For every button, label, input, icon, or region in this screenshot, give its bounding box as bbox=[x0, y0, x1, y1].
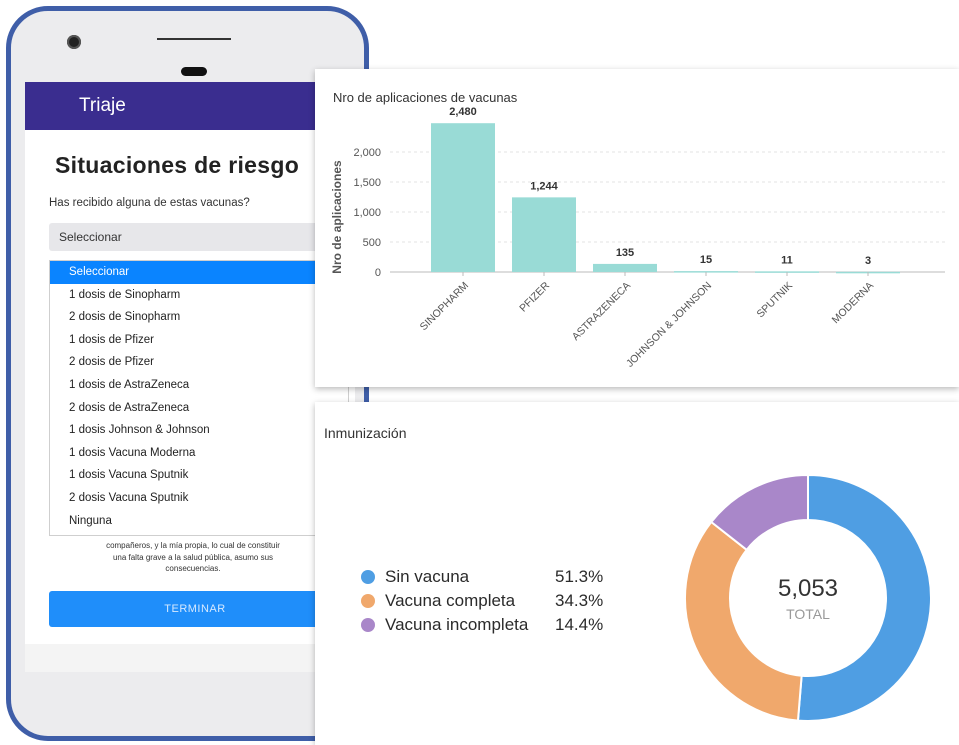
vaccine-option[interactable]: 2 dosis de Pfizer bbox=[50, 351, 348, 374]
x-tick-label: ASTRAZENECA bbox=[570, 280, 633, 343]
disclaimer-text: compañeros, y la mía propia, lo cual de … bbox=[83, 540, 303, 575]
x-tick-label: PFIZER bbox=[517, 279, 552, 314]
immunization-card: Inmunización Sin vacuna 51.3% Vacuna com… bbox=[315, 402, 959, 745]
bar-value-label: 11 bbox=[781, 254, 793, 266]
y-tick-label: 500 bbox=[363, 237, 381, 249]
vaccine-applications-card: Nro de aplicaciones de vacunas Nro de ap… bbox=[315, 69, 959, 387]
donut-slice bbox=[684, 520, 803, 722]
sensor-pill bbox=[181, 67, 207, 76]
vaccine-option[interactable]: Seleccionar bbox=[50, 261, 348, 284]
disclaimer-line: una falta grave a la salud pública, asum… bbox=[112, 552, 274, 562]
vaccine-option[interactable]: 1 dosis Johnson & Johnson bbox=[50, 419, 348, 442]
phone-screen: Triaje Situaciones de riesgo Has recibid… bbox=[25, 82, 355, 672]
disclaimer-line: compañeros, y la mía propia, lo cual de … bbox=[106, 541, 280, 550]
vaccine-options-list: Seleccionar 1 dosis de Sinopharm 2 dosis… bbox=[49, 260, 349, 536]
vaccine-option[interactable]: 1 dosis de Pfizer bbox=[50, 329, 348, 352]
y-tick-label: 1,500 bbox=[353, 177, 381, 189]
vaccine-option[interactable]: 2 dosis de AstraZeneca bbox=[50, 397, 348, 420]
bar-value-label: 3 bbox=[865, 255, 871, 267]
donut-total-label: TOTAL bbox=[786, 606, 830, 622]
x-tick-label: JOHNSON & JOHNSON bbox=[624, 280, 714, 370]
vaccine-option[interactable]: 1 dosis Vacuna Sputnik bbox=[50, 464, 348, 487]
x-tick-label: SPUTNIK bbox=[754, 280, 795, 321]
y-tick-label: 0 bbox=[375, 267, 381, 279]
y-tick-label: 2,000 bbox=[353, 147, 381, 159]
finish-button[interactable]: TERMINAR bbox=[49, 591, 341, 627]
app-bar: Triaje bbox=[25, 82, 355, 130]
vaccine-select[interactable]: Seleccionar bbox=[49, 223, 349, 251]
donut-total-value: 5,053 bbox=[778, 575, 838, 602]
donut-chart: 5,053 TOTAL bbox=[684, 473, 932, 722]
vaccine-option[interactable]: Ninguna bbox=[50, 510, 348, 533]
bar bbox=[593, 263, 657, 272]
speaker-grille bbox=[157, 38, 231, 40]
vaccine-option[interactable]: 2 dosis de Sinopharm bbox=[50, 306, 348, 329]
bar-value-label: 15 bbox=[700, 254, 712, 266]
screen-footer bbox=[25, 644, 355, 672]
bar bbox=[431, 123, 495, 272]
bar-value-label: 135 bbox=[616, 247, 634, 259]
camera-icon bbox=[67, 35, 81, 49]
vaccine-question: Has recibido alguna de estas vacunas? bbox=[49, 197, 250, 209]
vaccine-option[interactable]: 1 dosis de AstraZeneca bbox=[50, 374, 348, 397]
x-tick-label: SINOPHARM bbox=[418, 280, 471, 333]
vaccine-select-value: Seleccionar bbox=[59, 230, 122, 244]
y-tick-label: 1,000 bbox=[353, 207, 381, 219]
x-tick-label: MODERNA bbox=[830, 280, 876, 326]
page-title: Situaciones de riesgo bbox=[55, 152, 300, 178]
disclaimer-line: consecuencias. bbox=[165, 564, 221, 573]
bar-value-label: 1,244 bbox=[530, 180, 558, 192]
vaccine-option[interactable]: 2 dosis Vacuna Sputnik bbox=[50, 487, 348, 510]
bar bbox=[512, 197, 576, 272]
vaccine-option[interactable]: 1 dosis de Sinopharm bbox=[50, 284, 348, 307]
y-axis-title: Nro de aplicaciones bbox=[330, 160, 344, 274]
bar-chart: Nro de aplicaciones 0 500 1,000 1,500 2,000 2,… bbox=[330, 106, 945, 370]
bar-value-label: 2,480 bbox=[449, 106, 477, 118]
app-title: Triaje bbox=[79, 95, 126, 116]
vaccine-option[interactable]: 1 dosis Vacuna Moderna bbox=[50, 442, 348, 465]
